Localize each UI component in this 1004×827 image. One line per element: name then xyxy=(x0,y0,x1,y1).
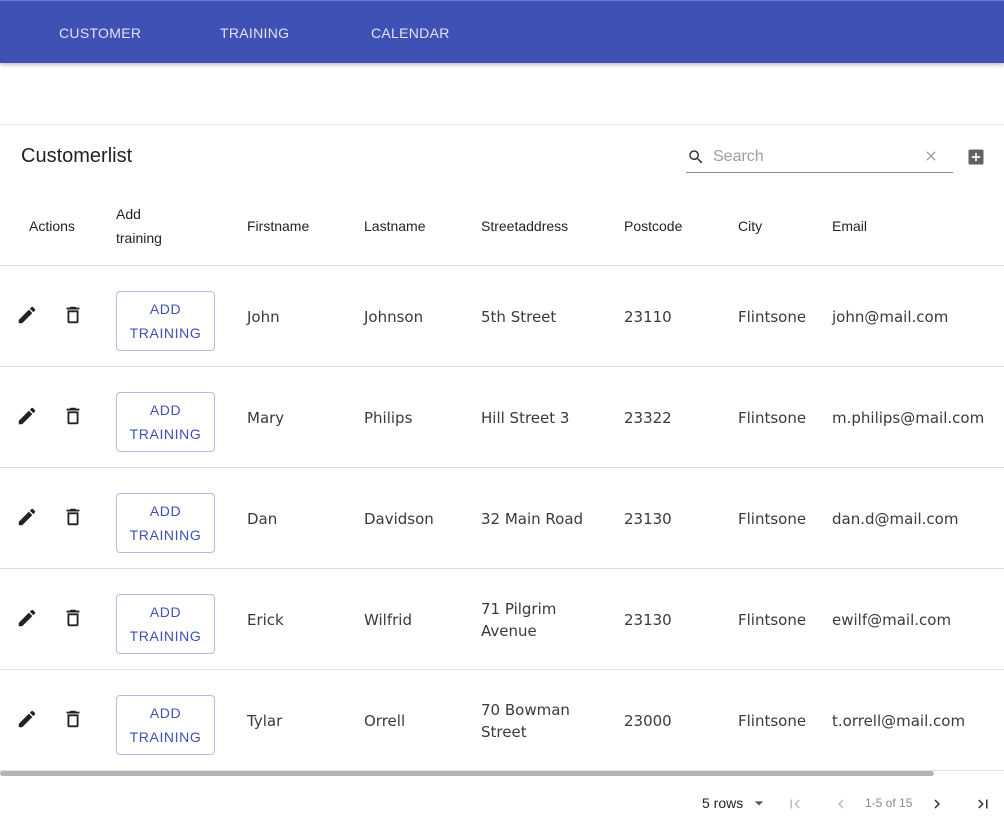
customer-table-panel: Customerlist Actions Add training Firstn… xyxy=(0,124,1004,827)
edit-icon[interactable] xyxy=(16,304,38,326)
cell-lastname: Johnson xyxy=(364,308,424,326)
delete-icon[interactable] xyxy=(62,506,84,528)
col-email[interactable]: Email xyxy=(832,214,867,238)
add-training-button[interactable]: ADD TRAINING xyxy=(116,695,215,755)
search-field xyxy=(686,143,953,173)
cell-firstname: Mary xyxy=(247,409,285,427)
cell-street: Hill Street 3 xyxy=(481,409,570,427)
add-training-button[interactable]: ADD TRAINING xyxy=(116,493,215,553)
cell-postcode: 23130 xyxy=(624,611,672,629)
col-streetaddress[interactable]: Streetaddress xyxy=(481,214,568,238)
col-firstname[interactable]: Firstname xyxy=(247,214,309,238)
page-range: 1-5 of 15 xyxy=(865,796,913,810)
cell-street: 5th Street xyxy=(481,308,557,326)
cell-city: Flintsone xyxy=(738,510,807,528)
cell-email: t.orrell@mail.com xyxy=(832,712,966,730)
cell-postcode: 23130 xyxy=(624,510,672,528)
cell-lastname: Wilfrid xyxy=(364,611,412,629)
cell-postcode: 23110 xyxy=(624,308,672,326)
cell-email: ewilf@mail.com xyxy=(832,611,952,629)
edit-icon[interactable] xyxy=(16,708,38,730)
table-row: ADD TRAINING John Johnson 5th Street 23110 Fl… xyxy=(0,266,1004,367)
add-training-label: ADD TRAINING xyxy=(129,301,202,341)
search-icon xyxy=(689,150,703,164)
cell-lastname: Davidson xyxy=(364,510,434,528)
cell-firstname: Dan xyxy=(247,510,278,528)
clear-icon[interactable] xyxy=(923,148,939,164)
last-page-icon[interactable] xyxy=(974,795,992,813)
add-training-button[interactable]: ADD TRAINING xyxy=(116,594,215,654)
add-training-button[interactable]: ADD TRAINING xyxy=(116,392,215,452)
cell-city: Flintsone xyxy=(738,712,807,730)
search-input[interactable] xyxy=(713,146,913,168)
cell-firstname: John xyxy=(247,308,280,326)
add-training-label: ADD TRAINING xyxy=(129,503,202,543)
tab-calendar[interactable]: CALENDAR xyxy=(371,1,450,64)
prev-page-icon[interactable] xyxy=(832,795,850,813)
col-city[interactable]: City xyxy=(738,214,762,238)
delete-icon[interactable] xyxy=(62,708,84,730)
cell-city: Flintsone xyxy=(738,409,807,427)
next-page-icon[interactable] xyxy=(928,795,946,813)
col-postcode[interactable]: Postcode xyxy=(624,214,682,238)
tab-customer[interactable]: CUSTOMER xyxy=(59,1,141,64)
delete-icon[interactable] xyxy=(62,304,84,326)
cell-lastname: Orrell xyxy=(364,712,406,730)
cell-city: Flintsone xyxy=(738,611,807,629)
cell-firstname: Erick xyxy=(247,611,284,629)
cell-city: Flintsone xyxy=(738,308,807,326)
cell-street: 70 Bowman Street xyxy=(481,701,570,741)
col-add-training: Add training xyxy=(116,206,162,246)
cell-email: dan.d@mail.com xyxy=(832,510,959,528)
add-training-label: ADD TRAINING xyxy=(129,604,202,644)
col-lastname[interactable]: Lastname xyxy=(364,214,425,238)
delete-icon[interactable] xyxy=(62,607,84,629)
edit-icon[interactable] xyxy=(16,405,38,427)
delete-icon[interactable] xyxy=(62,405,84,427)
add-training-label: ADD TRAINING xyxy=(129,705,202,745)
table-row: ADD TRAINING Erick Wilfrid 71 Pilgrim Avenu… xyxy=(0,569,1004,670)
table-row: ADD TRAINING Mary Philips Hill Street 3 2332… xyxy=(0,367,1004,468)
rows-per-page-label: 5 rows xyxy=(702,795,744,811)
cell-postcode: 23322 xyxy=(624,409,672,427)
col-actions: Actions xyxy=(29,218,75,234)
edit-icon[interactable] xyxy=(16,506,38,528)
add-training-button[interactable]: ADD TRAINING xyxy=(116,291,215,351)
dropdown-icon xyxy=(755,801,764,806)
cell-firstname: Tylar xyxy=(247,712,283,730)
app-bar: CUSTOMER TRAINING CALENDAR xyxy=(0,0,1004,63)
cell-postcode: 23000 xyxy=(624,712,672,730)
rows-per-page-select[interactable]: 5 rows xyxy=(702,789,769,817)
edit-icon[interactable] xyxy=(16,607,38,629)
table-row: ADD TRAINING Tylar Orrell 70 Bowman Street 2… xyxy=(0,670,1004,771)
tab-training[interactable]: TRAINING xyxy=(220,1,289,64)
cell-email: john@mail.com xyxy=(832,308,949,326)
cell-lastname: Philips xyxy=(364,409,413,427)
horizontal-scrollbar[interactable] xyxy=(0,771,934,776)
table-title: Customerlist xyxy=(21,145,133,167)
table-row: ADD TRAINING Dan Davidson 32 Main Road 23130… xyxy=(0,468,1004,569)
add-box-icon[interactable] xyxy=(966,147,986,167)
cell-street: 71 Pilgrim Avenue xyxy=(481,600,557,640)
cell-street: 32 Main Road xyxy=(481,510,584,528)
cell-email: m.philips@mail.com xyxy=(832,409,985,427)
first-page-icon[interactable] xyxy=(786,795,804,813)
add-training-label: ADD TRAINING xyxy=(129,402,202,442)
